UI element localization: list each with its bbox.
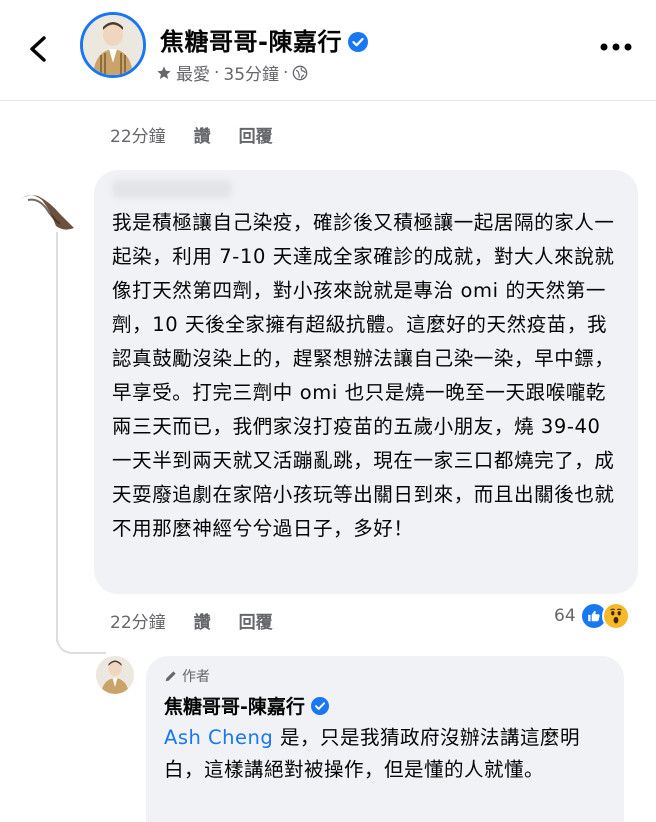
post-header: 焦糖哥哥-陳嘉行 最愛 · 35分鐘 · <box>0 0 656 100</box>
reply-text: Ash Cheng 是，只是我猜政府沒辦法講這麼明白，這樣講絕對被操作，但是懂的… <box>164 722 612 786</box>
comment-bubble: 我是積極讓自己染疫，確診後又積極讓一起居隔的家人一起染，利用 7-10 天達成全… <box>94 170 638 594</box>
star-icon <box>157 65 171 79</box>
wow-reaction-icon <box>601 602 630 630</box>
reaction-count: 64 <box>554 606 576 626</box>
reaction-summary[interactable]: 64 <box>554 602 630 630</box>
mention-link[interactable]: Ash Cheng <box>164 726 273 749</box>
post-meta: 最愛 · 35分鐘 · <box>156 60 308 85</box>
page-name-text[interactable]: 焦糖哥哥-陳嘉行 <box>160 28 342 56</box>
page-avatar[interactable] <box>80 12 146 78</box>
post-time[interactable]: 35分鐘 <box>223 60 279 85</box>
verified-badge-icon <box>347 32 368 52</box>
header-divider <box>0 100 656 101</box>
reply-button[interactable]: 回覆 <box>239 608 273 633</box>
favorite-label: 最愛 <box>176 65 210 85</box>
reply-bubble: 作者 焦糖哥哥-陳嘉行 Ash Cheng 是，只是我猜政府沒辦法講這麼明白，這… <box>146 656 624 822</box>
like-button[interactable]: 讚 <box>194 122 211 147</box>
back-arrow-icon[interactable] <box>22 32 56 66</box>
reply-author-text[interactable]: 焦糖哥哥-陳嘉行 <box>164 692 305 719</box>
thread-line <box>56 232 58 642</box>
like-button[interactable]: 讚 <box>194 608 211 633</box>
previous-comment-actions: 22分鐘 讚 回覆 <box>110 122 273 147</box>
verified-badge-icon <box>310 696 329 715</box>
author-badge: 作者 <box>164 666 210 686</box>
pen-icon <box>165 671 176 682</box>
reply-author-name[interactable]: 焦糖哥哥-陳嘉行 <box>164 692 329 719</box>
comment-time[interactable]: 22分鐘 <box>110 608 166 633</box>
page-title[interactable]: 焦糖哥哥-陳嘉行 <box>160 22 368 57</box>
author-avatar[interactable] <box>96 656 134 694</box>
person-avatar-icon <box>96 656 134 694</box>
thread-connector <box>56 612 106 654</box>
comment-actions: 22分鐘 讚 回覆 <box>110 608 273 633</box>
reply-button[interactable]: 回覆 <box>239 122 273 147</box>
meta-separator-2: · <box>283 62 289 83</box>
commenter-name-blurred <box>112 180 232 198</box>
author-badge-label: 作者 <box>182 669 210 685</box>
more-options-icon[interactable] <box>598 42 634 52</box>
globe-icon <box>293 65 308 80</box>
commenter-avatar[interactable] <box>20 180 78 238</box>
comment-text: 我是積極讓自己染疫，確診後又積極讓一起居隔的家人一起染，利用 7-10 天達成全… <box>112 211 615 540</box>
person-avatar-icon <box>83 15 143 75</box>
meta-separator: · <box>214 62 220 83</box>
comment-time[interactable]: 22分鐘 <box>110 122 166 147</box>
